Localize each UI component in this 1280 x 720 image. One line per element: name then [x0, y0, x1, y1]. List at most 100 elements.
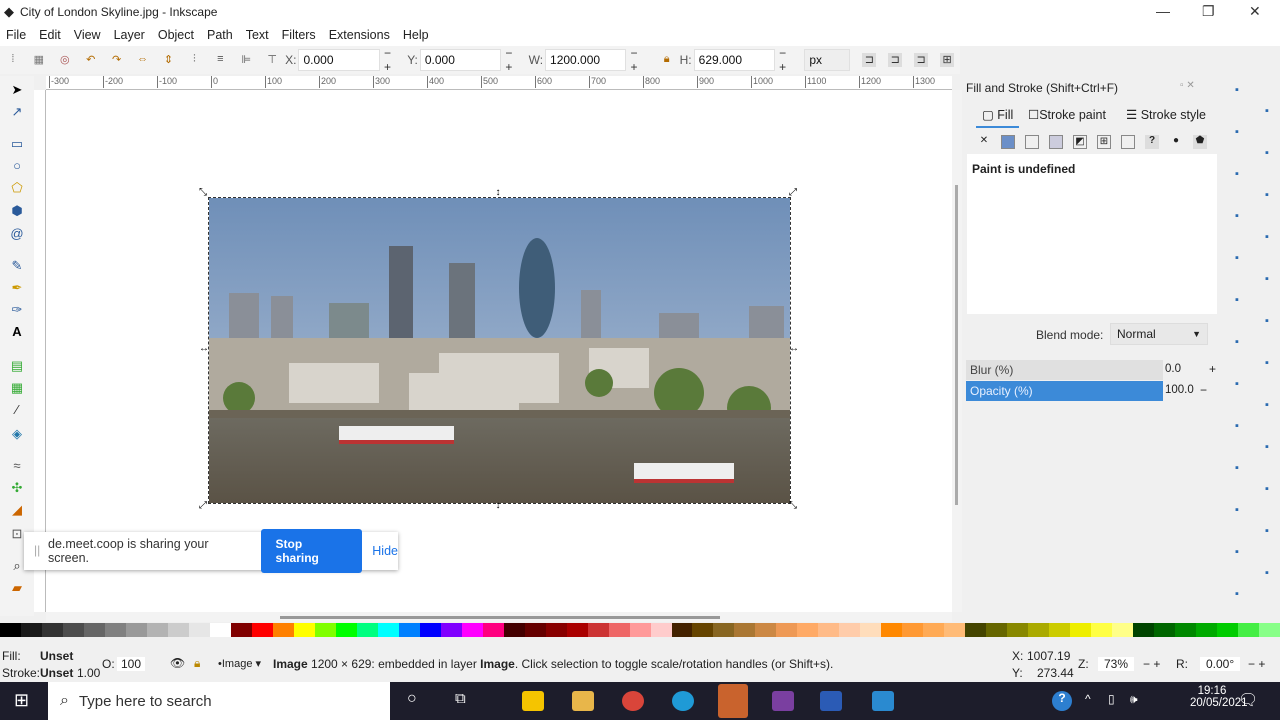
radial-gradient-icon[interactable] — [1049, 135, 1063, 149]
color-swatch[interactable] — [734, 623, 756, 637]
color-swatch[interactable] — [1133, 623, 1155, 637]
color-swatch[interactable] — [629, 623, 651, 637]
fill-rule-nonzero-icon[interactable]: ⬟ — [1193, 135, 1207, 149]
w-stepper[interactable]: − + — [630, 46, 647, 74]
opacity-slider[interactable]: Opacity (%) — [966, 381, 1163, 401]
scale-handle-bottom[interactable]: ↕ — [494, 501, 502, 511]
color-swatch[interactable] — [1028, 623, 1050, 637]
pattern-icon[interactable]: ⊞ — [1097, 135, 1111, 149]
chrome-icon[interactable] — [622, 691, 644, 711]
color-swatch[interactable] — [881, 623, 903, 637]
color-swatch[interactable] — [62, 623, 84, 637]
fill-rule-evenodd-icon[interactable]: ● — [1169, 135, 1183, 149]
maximize-button[interactable]: ❐ — [1202, 3, 1215, 20]
color-swatch[interactable] — [986, 623, 1008, 637]
menu-layer[interactable]: Layer — [114, 28, 145, 42]
lower-icon[interactable]: ⊫ — [239, 53, 253, 67]
scale-handle-left[interactable]: ↔ — [199, 344, 209, 354]
volume-icon[interactable]: 🕪︎ — [1130, 692, 1138, 707]
color-swatch[interactable] — [293, 623, 315, 637]
color-swatch[interactable] — [944, 623, 966, 637]
color-swatch[interactable] — [230, 623, 252, 637]
connector-tool-icon[interactable]: ⊡ — [9, 526, 25, 542]
color-swatch[interactable] — [314, 623, 336, 637]
city-of-london-skyline-image[interactable] — [208, 197, 791, 504]
color-palette[interactable] — [0, 623, 1280, 639]
color-swatch[interactable] — [545, 623, 567, 637]
paste-icon[interactable]: ▪ — [1260, 315, 1274, 329]
color-swatch[interactable] — [356, 623, 378, 637]
color-swatch[interactable] — [797, 623, 819, 637]
raise-to-top-icon[interactable]: ⫶ — [187, 53, 201, 67]
3d-box-tool-icon[interactable]: ⬢ — [9, 203, 25, 219]
stroke-width[interactable]: 1.00 — [77, 666, 100, 680]
layer-visibility-icon[interactable]: 👁︎ — [170, 656, 185, 670]
spiral-tool-icon[interactable]: @ — [9, 226, 25, 242]
unit-select[interactable]: px — [802, 49, 851, 71]
import-icon[interactable]: ▪ — [1260, 189, 1274, 203]
help-icon[interactable]: ? — [1052, 691, 1072, 711]
blur-stepper[interactable]: + — [1209, 362, 1216, 376]
panel-close-icon[interactable]: ▫ ✕ — [1180, 80, 1195, 91]
group-icon[interactable]: ▪ — [1260, 441, 1274, 455]
stroke-indicator[interactable]: Unset — [40, 666, 73, 680]
menu-edit[interactable]: Edit — [39, 28, 61, 42]
unset-paint-icon[interactable]: ? — [1145, 135, 1159, 149]
menu-object[interactable]: Object — [158, 28, 194, 42]
flat-color-icon[interactable] — [1001, 135, 1015, 149]
print-icon[interactable]: ▪ — [1230, 168, 1244, 182]
measure-tool-icon[interactable]: ▰ — [9, 580, 25, 596]
color-swatch[interactable] — [776, 623, 798, 637]
horizontal-scrollbar[interactable] — [46, 612, 952, 622]
zoom-page-icon[interactable]: ▪ — [1230, 378, 1244, 392]
save-icon[interactable]: ▪ — [1260, 147, 1274, 161]
flip-horizontal-icon[interactable]: ⇔ — [136, 53, 150, 67]
cut-icon[interactable]: ▪ — [1230, 294, 1244, 308]
w-input[interactable]: 1200.000 — [545, 49, 627, 71]
duplicate-icon[interactable]: ▪ — [1260, 399, 1274, 413]
open-icon[interactable]: ▪ — [1230, 126, 1244, 140]
scale-handle-top[interactable]: ↕ — [494, 188, 502, 198]
color-swatch[interactable] — [965, 623, 987, 637]
color-swatch[interactable] — [377, 623, 399, 637]
scale-handle-bottom-right[interactable]: ⤡ — [789, 501, 797, 511]
color-swatch[interactable] — [1007, 623, 1029, 637]
zoom-stepper[interactable]: − + — [1143, 657, 1160, 671]
battery-icon[interactable]: ▯ — [1108, 692, 1115, 706]
gradient-tool-icon[interactable]: ▤ — [9, 358, 25, 374]
lock-icon[interactable]: 🔒︎ — [660, 53, 674, 67]
color-swatch[interactable] — [1070, 623, 1092, 637]
color-swatch[interactable] — [818, 623, 840, 637]
transform-patterns-icon[interactable]: ⊞ — [940, 53, 955, 67]
zoom-input[interactable]: 73% — [1098, 657, 1135, 671]
blur-value[interactable]: 0.0 — [1165, 363, 1181, 375]
color-swatch[interactable] — [755, 623, 777, 637]
chevron-up-icon[interactable]: ^ — [1085, 692, 1091, 706]
file-explorer-icon[interactable] — [572, 691, 594, 711]
notifications-icon[interactable]: 🗨︎ — [1238, 690, 1258, 710]
pen-tool-icon[interactable]: ✒ — [9, 280, 25, 296]
color-swatch[interactable] — [125, 623, 147, 637]
color-swatch[interactable] — [167, 623, 189, 637]
opacity-input[interactable]: 100 — [117, 657, 146, 671]
x-stepper[interactable]: − + — [384, 46, 401, 74]
color-swatch[interactable] — [1238, 623, 1260, 637]
rotate-stepper[interactable]: − + — [1248, 657, 1265, 671]
color-swatch[interactable] — [923, 623, 945, 637]
menu-file[interactable]: File — [6, 28, 26, 42]
color-swatch[interactable] — [692, 623, 714, 637]
text-icon[interactable]: ▪ — [1230, 504, 1244, 518]
color-swatch[interactable] — [0, 623, 21, 637]
scrollbar-thumb[interactable] — [280, 616, 720, 619]
stop-sharing-button[interactable]: Stop sharing — [260, 529, 363, 573]
color-swatch[interactable] — [1196, 623, 1218, 637]
minimize-button[interactable]: — — [1156, 3, 1170, 19]
deselect-icon[interactable]: ◎ — [58, 53, 72, 67]
scale-handle-right[interactable]: ↔ — [789, 344, 799, 354]
menu-extensions[interactable]: Extensions — [329, 28, 390, 42]
menu-path[interactable]: Path — [207, 28, 233, 42]
color-swatch[interactable] — [251, 623, 273, 637]
opacity-stepper[interactable]: − — [1200, 383, 1207, 397]
no-paint-icon[interactable]: ✕ — [977, 135, 991, 149]
color-swatch[interactable] — [83, 623, 105, 637]
